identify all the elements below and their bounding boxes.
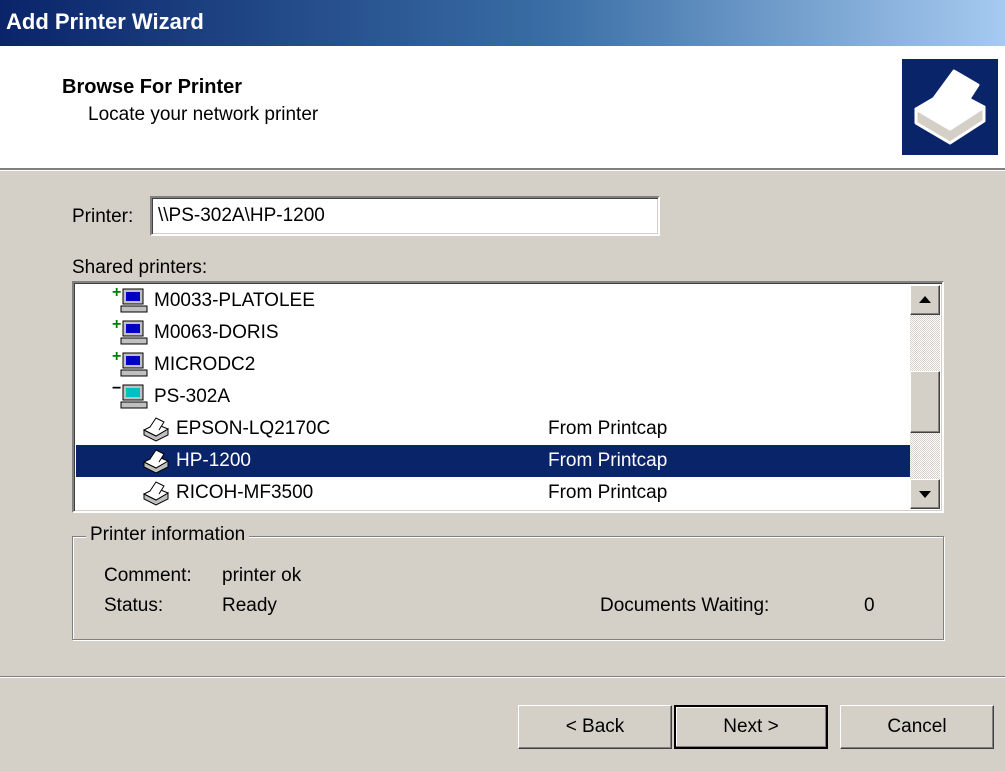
next-button[interactable]: Next > xyxy=(674,705,828,749)
tree-row-computer[interactable]: + M0033-PLATOLEE xyxy=(76,285,910,317)
shared-printers-tree[interactable]: + M0033-PLATOLEE + M0063-DORIS + MICRODC… xyxy=(72,281,944,513)
comment-label: Comment: xyxy=(104,565,192,586)
printer-icon xyxy=(142,481,170,506)
title-bar[interactable]: Add Printer Wizard xyxy=(0,0,1005,46)
tree-row-name: PS-302A xyxy=(154,386,231,407)
page-subtitle: Locate your network printer xyxy=(88,104,319,125)
documents-waiting-value: 0 xyxy=(864,595,875,616)
documents-waiting-label: Documents Waiting: xyxy=(600,595,770,616)
scroll-up-button[interactable] xyxy=(910,285,940,315)
tree-row-printer[interactable]: RICOH-MF3500 From Printcap xyxy=(76,477,910,509)
computer-icon xyxy=(120,384,148,409)
printer-label: Printer: xyxy=(72,206,134,227)
tree-row-computer[interactable]: + M0063-DORIS xyxy=(76,317,910,349)
page-title: Browse For Printer xyxy=(62,76,243,98)
tree-row-comment: From Printcap xyxy=(548,418,668,439)
tree-row-computer[interactable]: + MICRODC2 xyxy=(76,349,910,381)
scrollbar-thumb[interactable] xyxy=(910,371,940,433)
computer-icon xyxy=(120,320,148,345)
printer-input[interactable] xyxy=(150,196,660,236)
arrow-up-icon xyxy=(919,296,931,303)
tree-row-computer-expanded[interactable]: − PS-302A xyxy=(76,381,910,413)
tree-row-name: MICRODC2 xyxy=(154,354,256,375)
tree-row-name: HP-1200 xyxy=(176,450,251,471)
computer-icon xyxy=(120,288,148,313)
status-value: Ready xyxy=(222,595,277,616)
computer-icon xyxy=(120,352,148,377)
printer-icon xyxy=(142,417,170,442)
scroll-down-button[interactable] xyxy=(910,479,940,509)
vertical-scrollbar[interactable] xyxy=(910,285,940,509)
printer-icon xyxy=(142,449,170,474)
shared-printers-label: Shared printers: xyxy=(72,257,208,278)
printer-info-legend: Printer information xyxy=(86,524,250,546)
tree-row-comment: From Printcap xyxy=(548,482,668,503)
window-title: Add Printer Wizard xyxy=(6,9,204,34)
tree-row-name: RICOH-MF3500 xyxy=(176,482,314,503)
footer-separator xyxy=(0,676,1005,678)
tree-row-printer[interactable]: EPSON-LQ2170C From Printcap xyxy=(76,413,910,445)
tree-row-name: M0063-DORIS xyxy=(154,322,279,343)
wizard-header: Browse For Printer Locate your network p… xyxy=(0,46,1005,170)
printer-info-group xyxy=(72,536,944,640)
cancel-button[interactable]: Cancel xyxy=(840,705,994,749)
printer-wizard-icon xyxy=(902,59,998,155)
tree-row-comment: From Printcap xyxy=(548,450,668,471)
comment-value: printer ok xyxy=(222,565,302,586)
arrow-down-icon xyxy=(919,491,931,498)
back-button[interactable]: < Back xyxy=(518,705,672,749)
tree-row-name: M0033-PLATOLEE xyxy=(154,290,315,311)
tree-row-name: EPSON-LQ2170C xyxy=(176,418,331,439)
tree-row-printer-selected[interactable]: HP-1200 From Printcap xyxy=(76,445,910,477)
status-label: Status: xyxy=(104,595,164,616)
